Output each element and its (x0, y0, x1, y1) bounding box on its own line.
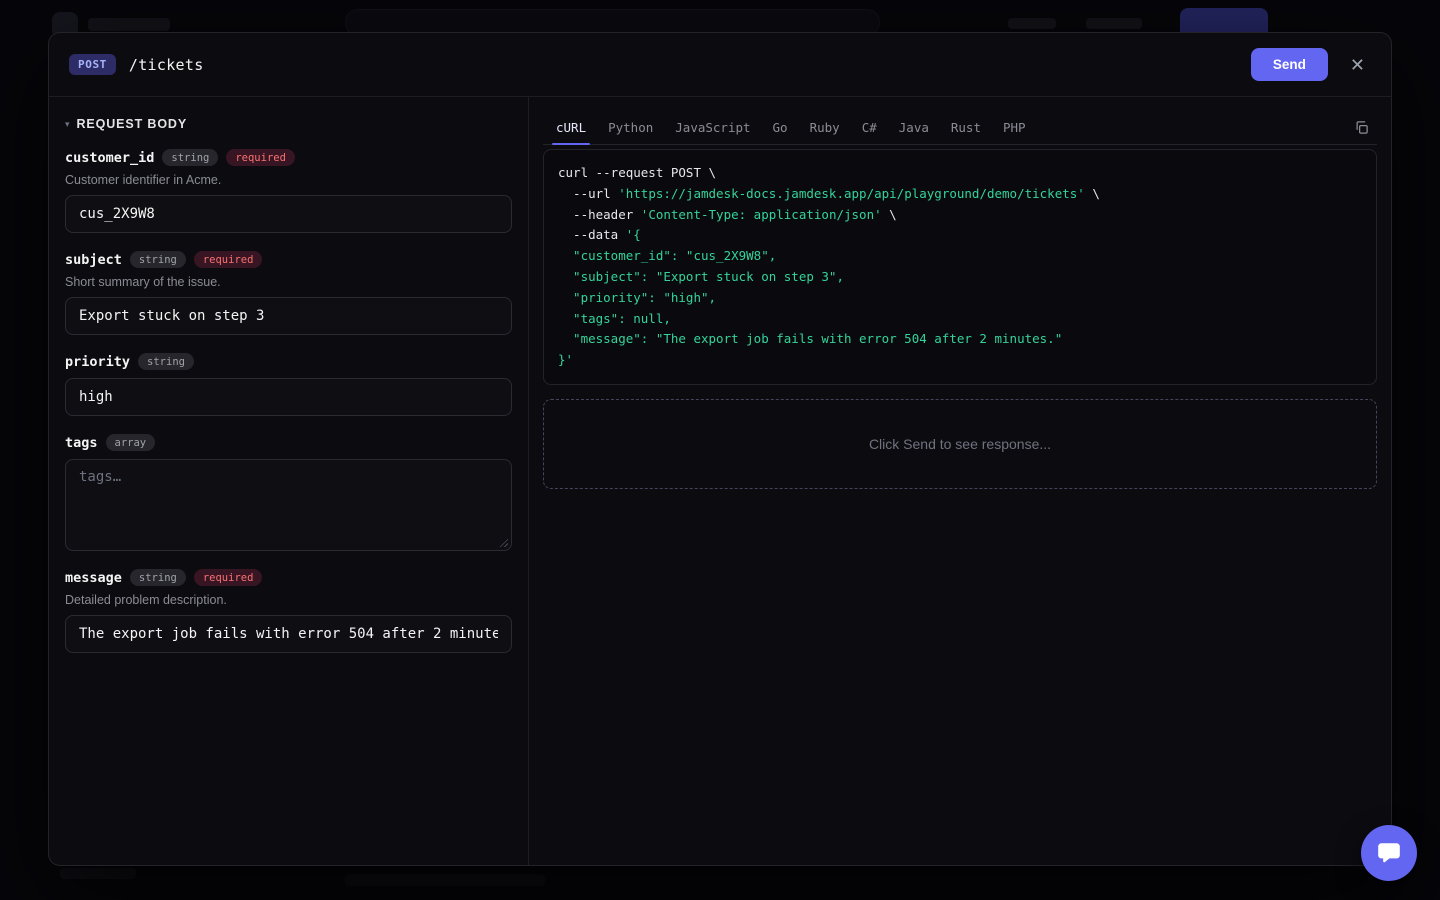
response-placeholder-text: Click Send to see response... (869, 436, 1051, 452)
field-message: message string required Detailed problem… (65, 569, 512, 653)
code-line: }' (558, 350, 1362, 371)
field-description: Detailed problem description. (65, 593, 512, 607)
code-panel: cURLPythonJavaScriptGoRubyC#JavaRustPHP … (529, 97, 1391, 865)
type-badge: array (106, 434, 156, 451)
code-tab-rust[interactable]: Rust (940, 111, 992, 144)
code-line: curl --request POST \ (558, 163, 1362, 184)
customer-id-input[interactable] (65, 195, 512, 233)
code-line: --data '{ (558, 225, 1362, 246)
modal-body: ▾ REQUEST BODY customer_id string requir… (49, 97, 1391, 865)
language-tabs-list: cURLPythonJavaScriptGoRubyC#JavaRustPHP (545, 111, 1037, 144)
field-priority: priority string (65, 353, 512, 416)
code-tab-go[interactable]: Go (762, 111, 799, 144)
field-subject: subject string required Short summary of… (65, 251, 512, 335)
code-line: "message": "The export job fails with er… (558, 329, 1362, 350)
curl-code-block[interactable]: curl --request POST \ --url 'https://jam… (543, 149, 1377, 385)
modal-header: POST /tickets Send ✕ (49, 33, 1391, 97)
field-tags: tags array (65, 434, 512, 551)
chat-widget-button[interactable] (1361, 825, 1417, 881)
copy-icon[interactable] (1348, 114, 1375, 141)
code-line: "customer_id": "cus_2X9W8", (558, 246, 1362, 267)
required-badge: required (226, 149, 295, 166)
chat-bubble-icon (1376, 840, 1402, 866)
field-name: customer_id (65, 150, 154, 166)
section-title: REQUEST BODY (77, 117, 188, 131)
code-tab-c[interactable]: C# (851, 111, 888, 144)
required-badge: required (194, 569, 263, 586)
code-tab-java[interactable]: Java (888, 111, 940, 144)
code-tab-python[interactable]: Python (597, 111, 664, 144)
type-badge: string (162, 149, 218, 166)
api-playground-modal: POST /tickets Send ✕ ▾ REQUEST BODY cust… (48, 32, 1392, 866)
request-body-panel: ▾ REQUEST BODY customer_id string requir… (49, 97, 529, 865)
response-area: Click Send to see response... (543, 399, 1377, 489)
field-description: Customer identifier in Acme. (65, 173, 512, 187)
language-tabs: cURLPythonJavaScriptGoRubyC#JavaRustPHP (543, 111, 1377, 145)
code-line: "subject": "Export stuck on step 3", (558, 267, 1362, 288)
type-badge: string (138, 353, 194, 370)
message-input[interactable] (65, 615, 512, 653)
chevron-down-icon: ▾ (65, 120, 70, 129)
type-badge: string (130, 251, 186, 268)
field-head: message string required (65, 569, 512, 586)
field-name: tags (65, 435, 98, 451)
field-name: priority (65, 354, 130, 370)
http-method-badge: POST (69, 54, 116, 75)
code-line: "priority": "high", (558, 288, 1362, 309)
field-head: priority string (65, 353, 512, 370)
type-badge: string (130, 569, 186, 586)
field-head: tags array (65, 434, 512, 451)
code-tab-ruby[interactable]: Ruby (799, 111, 851, 144)
code-line: "tags": null, (558, 309, 1362, 330)
endpoint-path: /tickets (129, 56, 204, 74)
field-name: subject (65, 252, 122, 268)
code-line: --url 'https://jamdesk-docs.jamdesk.app/… (558, 184, 1362, 205)
field-description: Short summary of the issue. (65, 275, 512, 289)
code-tab-curl[interactable]: cURL (545, 111, 597, 144)
field-customer-id: customer_id string required Customer ide… (65, 149, 512, 233)
field-name: message (65, 570, 122, 586)
close-icon[interactable]: ✕ (1344, 50, 1371, 80)
code-tab-javascript[interactable]: JavaScript (664, 111, 761, 144)
code-tab-php[interactable]: PHP (992, 111, 1037, 144)
tags-textarea[interactable] (65, 459, 512, 551)
field-head: subject string required (65, 251, 512, 268)
required-badge: required (194, 251, 263, 268)
subject-input[interactable] (65, 297, 512, 335)
code-line: --header 'Content-Type: application/json… (558, 205, 1362, 226)
request-body-section-header[interactable]: ▾ REQUEST BODY (65, 117, 512, 131)
field-head: customer_id string required (65, 149, 512, 166)
priority-input[interactable] (65, 378, 512, 416)
send-button[interactable]: Send (1251, 48, 1328, 81)
